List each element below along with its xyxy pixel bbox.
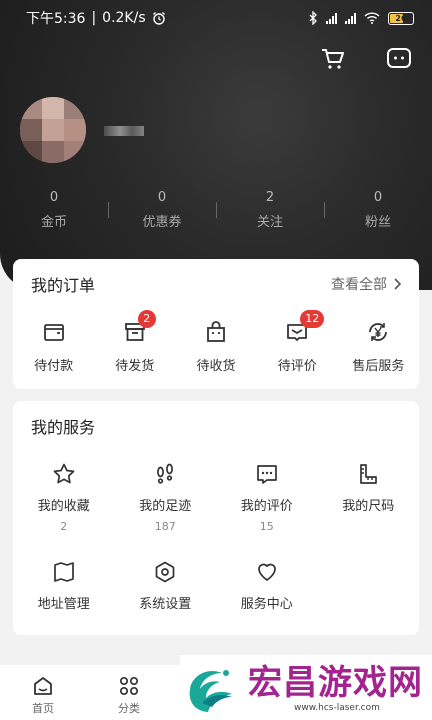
battery-icon: 26 [388, 11, 414, 25]
profile-header: 下午5:36 | 0.2K/s 26 0 金币 0 优惠券 2 关注 0 粉丝 [0, 0, 432, 290]
settings-icon [155, 561, 175, 583]
service-count: 2 [60, 520, 68, 533]
services-title: 我的服务 [31, 418, 96, 437]
order-pending-receipt[interactable]: 待收货 [175, 319, 256, 374]
stat-label: 优惠券 [142, 215, 182, 230]
avatar[interactable] [20, 97, 86, 163]
stat-value: 2 [265, 190, 275, 205]
message-icon[interactable] [386, 46, 412, 72]
view-all-label: 查看全部 [331, 277, 387, 293]
watermark-logo-icon [189, 669, 232, 712]
watermark: 宏昌游戏网 www.hcs-laser.com [180, 655, 432, 720]
stat-value: 0 [157, 190, 167, 205]
order-pending-review[interactable]: 12 待评价 [257, 310, 338, 374]
service-count: 15 [259, 520, 274, 533]
status-divider: | [91, 10, 97, 26]
watermark-title: 宏昌游戏网 [248, 662, 423, 703]
star-icon [53, 463, 75, 484]
service-address[interactable]: 地址管理 [13, 551, 115, 623]
service-footprints[interactable]: 我的足迹 187 [115, 451, 217, 551]
bluetooth-icon [309, 11, 317, 25]
cart-icon[interactable] [320, 46, 346, 72]
service-label: 系统设置 [139, 597, 192, 612]
status-bar: 下午5:36 | 0.2K/s 26 [0, 0, 432, 36]
service-settings[interactable]: 系统设置 [115, 551, 217, 623]
service-my-reviews[interactable]: 我的评价 15 [216, 451, 318, 551]
service-help-center[interactable]: 服务中心 [216, 551, 318, 623]
stats-row: 0 金币 0 优惠券 2 关注 0 粉丝 [0, 190, 432, 230]
heart-icon [257, 563, 276, 581]
order-badge: 12 [300, 310, 325, 328]
stat-followers[interactable]: 0 粉丝 [324, 190, 432, 230]
orders-title: 我的订单 [31, 276, 96, 295]
alarm-icon [152, 12, 165, 25]
stat-value: 0 [49, 190, 59, 205]
service-label: 我的足迹 [139, 499, 192, 514]
comment-icon [256, 465, 277, 484]
ruler-icon [360, 464, 378, 484]
service-count: 187 [154, 520, 176, 533]
bag-icon [207, 321, 225, 342]
chevron-right-icon [394, 278, 401, 290]
order-badge: 2 [137, 310, 156, 328]
footprint-icon [157, 463, 174, 484]
stat-label: 粉丝 [364, 215, 391, 230]
view-all-orders-link[interactable]: 查看全部 [331, 274, 401, 294]
service-my-size[interactable]: 我的尺码 [318, 451, 420, 551]
stat-following[interactable]: 2 关注 [216, 190, 324, 230]
nav-label: 分类 [118, 702, 140, 715]
stat-coupons[interactable]: 0 优惠券 [108, 190, 216, 230]
watermark-url: www.hcs-laser.com [294, 702, 380, 713]
service-favorites[interactable]: 我的收藏 2 [13, 451, 115, 551]
status-speed: 0.2K/s [102, 10, 146, 26]
service-label: 我的收藏 [37, 499, 90, 514]
category-icon [119, 676, 139, 696]
service-label: 我的尺码 [342, 499, 395, 514]
order-item-label: 待发货 [115, 359, 155, 374]
order-item-label: 待付款 [34, 359, 74, 374]
order-after-sales[interactable]: 售后服务 [338, 319, 419, 374]
wallet-icon [43, 324, 64, 341]
orders-card: 我的订单 查看全部 待付款 2 待发货 待收货 12 待评价 售后服务 [13, 259, 419, 389]
stat-coins[interactable]: 0 金币 [0, 190, 108, 230]
wifi-icon [364, 12, 380, 24]
services-card: 我的服务 我的收藏 2 我的足迹 187 我的评价 15 我的尺码 地址管理 系… [13, 401, 419, 635]
map-icon [53, 562, 74, 582]
order-item-label: 待评价 [277, 359, 317, 374]
service-label: 我的评价 [240, 499, 293, 514]
signal-icon [326, 12, 337, 24]
battery-level: 26 [395, 13, 407, 23]
yen-refresh-icon [369, 323, 388, 341]
status-time: 下午5:36 [26, 11, 86, 27]
stat-label: 金币 [40, 215, 67, 230]
stat-label: 关注 [256, 215, 283, 230]
service-label: 地址管理 [37, 597, 90, 612]
nav-category[interactable]: 分类 [86, 665, 172, 720]
nav-label: 首页 [32, 702, 54, 715]
service-label: 服务中心 [240, 597, 293, 612]
order-pending-shipment[interactable]: 2 待发货 [94, 310, 175, 374]
home-icon [34, 677, 52, 695]
stat-value: 0 [373, 190, 383, 205]
signal-hd-icon [345, 12, 356, 24]
order-item-label: 售后服务 [352, 359, 405, 374]
order-item-label: 待收货 [196, 359, 236, 374]
order-pending-payment[interactable]: 待付款 [13, 319, 94, 374]
username-blurred[interactable] [104, 126, 144, 136]
nav-home[interactable]: 首页 [0, 665, 86, 720]
